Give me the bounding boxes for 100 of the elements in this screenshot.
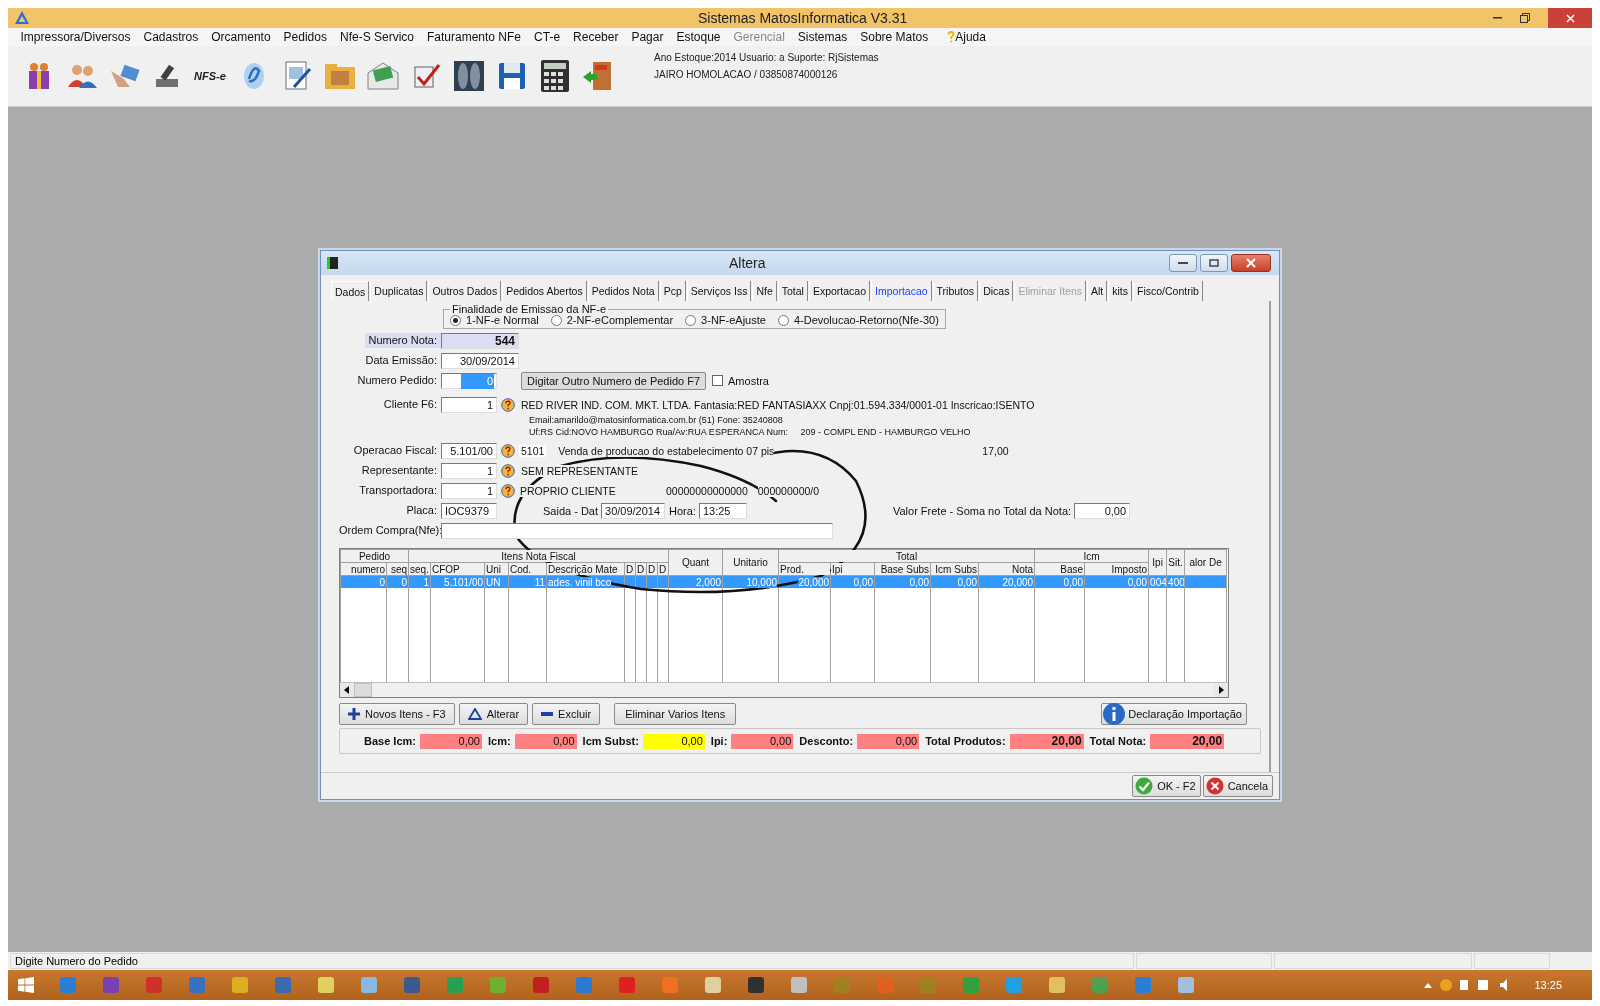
tab[interactable]: Pcp xyxy=(659,281,686,301)
table-cell: 0 xyxy=(401,576,407,588)
sample-checkbox[interactable]: Amostra xyxy=(712,374,769,387)
column-header[interactable]: seq xyxy=(386,562,409,576)
menu-item[interactable]: Faturamento NFe xyxy=(420,30,528,44)
scroll-right-icon[interactable] xyxy=(1214,683,1228,697)
radio-option[interactable]: 4-Devolucao-Retorno(Nfe-30) xyxy=(777,314,939,326)
table-cell: 5.101/00 xyxy=(444,576,483,588)
tab[interactable]: Pedidos Nota xyxy=(587,281,659,301)
minimize-button[interactable] xyxy=(1169,254,1197,272)
other-order-button[interactable]: Digitar Outro Numero de Pedido F7 xyxy=(521,371,707,390)
nfs-logo[interactable]: NFS-e xyxy=(194,70,228,82)
dialog-title: Altera xyxy=(729,255,766,271)
carrier-field[interactable]: 1 xyxy=(441,482,497,499)
help-icon[interactable] xyxy=(501,397,515,412)
tax-rate: 17,00 xyxy=(982,444,1009,457)
tab[interactable]: Importacao xyxy=(871,281,932,301)
column-header[interactable]: D xyxy=(624,562,636,576)
cancel-button[interactable]: Cancela xyxy=(1202,775,1273,797)
window-title: Sistemas MatosInformatica V3.31 xyxy=(698,10,908,26)
close-button[interactable] xyxy=(1231,254,1271,272)
client-address: Uf:RS Cid:NOVO HAMBURGO Rua/Av:RUA ESPERANCA Num: 209 - COMPL END - HAMBURGO VELHO xyxy=(529,427,971,437)
help-icon[interactable] xyxy=(501,463,515,478)
import-declaration-button[interactable]: Declaração Importação xyxy=(1101,703,1247,725)
tab[interactable]: Exportacao xyxy=(808,281,871,301)
triangle-logo-icon xyxy=(14,10,30,26)
tab[interactable]: Dicas xyxy=(979,281,1014,301)
tab[interactable]: Tributos xyxy=(932,281,979,301)
client-field[interactable]: 1 xyxy=(441,396,497,413)
menu-item[interactable]: Pagar xyxy=(624,30,670,44)
menu-item[interactable]: Orcamento xyxy=(204,30,278,44)
radio-option[interactable]: 2-NF-eComplementar xyxy=(550,314,674,326)
total-value: 0,00 xyxy=(420,733,482,749)
fiscal-operation-field[interactable]: 5.101/00 xyxy=(441,442,497,459)
radio-option[interactable]: 3-NF-eAjuste xyxy=(685,314,766,326)
scroll-thumb[interactable] xyxy=(354,683,372,697)
column-group-header: Icm xyxy=(1034,549,1149,563)
date-field[interactable]: 30/09/2014 xyxy=(441,352,519,369)
user-info-text: JAIRO HOMOLACAO / 03850874000126 xyxy=(654,69,839,80)
column-group-header: Unitario xyxy=(722,549,779,576)
total-label: Icm Subst: xyxy=(582,735,639,747)
minimize-icon[interactable] xyxy=(1493,17,1502,19)
help-icon[interactable] xyxy=(501,443,515,458)
horizontal-scrollbar[interactable] xyxy=(340,682,1228,697)
table-cell: 20,000 xyxy=(1002,576,1034,588)
column-header[interactable]: D xyxy=(646,562,658,576)
tab[interactable]: Duplicatas xyxy=(370,281,428,301)
calculator-icon[interactable] xyxy=(538,59,572,93)
tab[interactable]: Nfe xyxy=(752,281,777,301)
tab[interactable]: Fisco/Contrib xyxy=(1133,281,1203,301)
table-cell: 400 xyxy=(1168,576,1184,588)
number-field[interactable]: 544 xyxy=(441,332,519,349)
item-action-button[interactable]: Eliminar Varios Itens xyxy=(614,703,737,725)
column-header[interactable]: D xyxy=(657,562,669,576)
status-message: Digite Numero do Pedido xyxy=(10,953,1134,969)
menu-item[interactable]: CT-e xyxy=(527,30,567,44)
windows-start-icon[interactable] xyxy=(18,977,34,993)
scroll-left-icon[interactable] xyxy=(340,683,354,697)
help-icon[interactable] xyxy=(501,483,515,498)
field-label: Hora: xyxy=(669,504,696,517)
purchase-order-field[interactable] xyxy=(441,522,833,539)
departure-date-field[interactable]: 30/09/2014 xyxy=(601,502,666,519)
shoe-soles-icon[interactable] xyxy=(452,59,486,93)
total-value: 20,00 xyxy=(1150,733,1225,749)
item-action-button[interactable]: Novos Itens - F3 xyxy=(339,703,455,725)
ok-button[interactable]: OK - F2 xyxy=(1132,775,1201,797)
total-value: 0,00 xyxy=(642,733,705,749)
freight-field[interactable]: 0,00 xyxy=(1074,502,1131,519)
menu-item[interactable]: Ajuda xyxy=(934,30,993,44)
menu-item[interactable]: Sobre Matos xyxy=(853,30,935,44)
time-field[interactable]: 13:25 xyxy=(698,502,747,519)
tab[interactable]: Total xyxy=(777,281,808,301)
tab[interactable]: Pedidos Abertos xyxy=(502,281,587,301)
column-header[interactable]: seq. xyxy=(408,562,431,576)
tab[interactable]: Outros Dados xyxy=(428,281,502,301)
menu-item[interactable]: Cadastros xyxy=(137,30,205,44)
item-action-button[interactable]: Excluir xyxy=(532,703,601,725)
menu-item[interactable]: Nfe-S Servico xyxy=(333,30,421,44)
menu-item[interactable]: Impressora/Diversos xyxy=(14,30,138,44)
plate-field[interactable]: IOC9379 xyxy=(441,502,497,519)
question-mark-icon xyxy=(947,31,956,43)
menu-item[interactable]: Pedidos xyxy=(277,30,334,44)
maximize-button[interactable] xyxy=(1200,254,1228,272)
column-header[interactable]: D xyxy=(635,562,647,576)
total-label: Ipi: xyxy=(710,735,728,747)
total-label: Desconto: xyxy=(799,735,854,747)
tab[interactable]: Serviços Iss xyxy=(686,281,752,301)
restore-icon[interactable] xyxy=(1520,13,1530,23)
menu-item[interactable]: Sistemas xyxy=(791,30,854,44)
total-label: Icm: xyxy=(488,735,511,747)
field-label: Numero Nota: xyxy=(365,333,441,348)
menu-item[interactable]: Receber xyxy=(566,30,625,44)
radio-option[interactable]: 1-NF-e Normal xyxy=(450,314,539,326)
tab[interactable]: Alt xyxy=(1087,281,1108,301)
item-action-button[interactable]: Alterar xyxy=(458,703,529,725)
menu-item[interactable]: Estoque xyxy=(669,30,727,44)
tab[interactable]: kits xyxy=(1108,281,1132,301)
total-label: Total Nota: xyxy=(1089,735,1147,747)
representative-field[interactable]: 1 xyxy=(441,462,497,479)
tab[interactable]: Dados xyxy=(331,281,370,301)
